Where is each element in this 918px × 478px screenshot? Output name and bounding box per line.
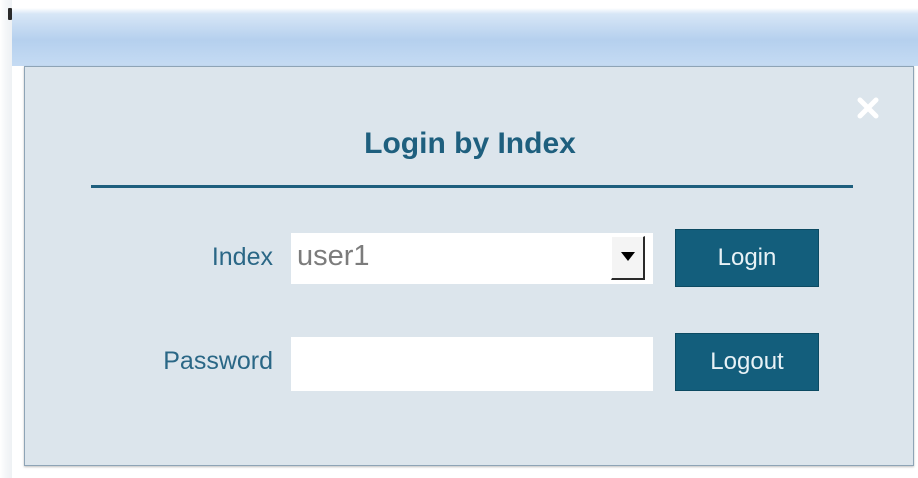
password-label: Password xyxy=(163,347,273,375)
logout-button[interactable]: Logout xyxy=(675,333,819,391)
title-divider xyxy=(91,185,853,188)
login-dialog: Login by Index Index user1 Login Passwor… xyxy=(24,66,914,466)
index-select-value: user1 xyxy=(297,240,370,272)
window-left-edge xyxy=(0,0,12,478)
triangle-down-icon xyxy=(621,252,635,261)
window-corner-mark xyxy=(8,8,12,20)
index-label: Index xyxy=(211,243,273,271)
index-select[interactable]: user1 xyxy=(291,233,653,284)
window-header-gradient xyxy=(0,0,918,66)
login-button[interactable]: Login xyxy=(675,229,819,287)
close-icon[interactable] xyxy=(855,95,881,121)
dialog-title: Login by Index xyxy=(364,127,576,160)
password-field[interactable] xyxy=(291,337,653,391)
dropdown-arrow-button[interactable] xyxy=(611,236,645,280)
